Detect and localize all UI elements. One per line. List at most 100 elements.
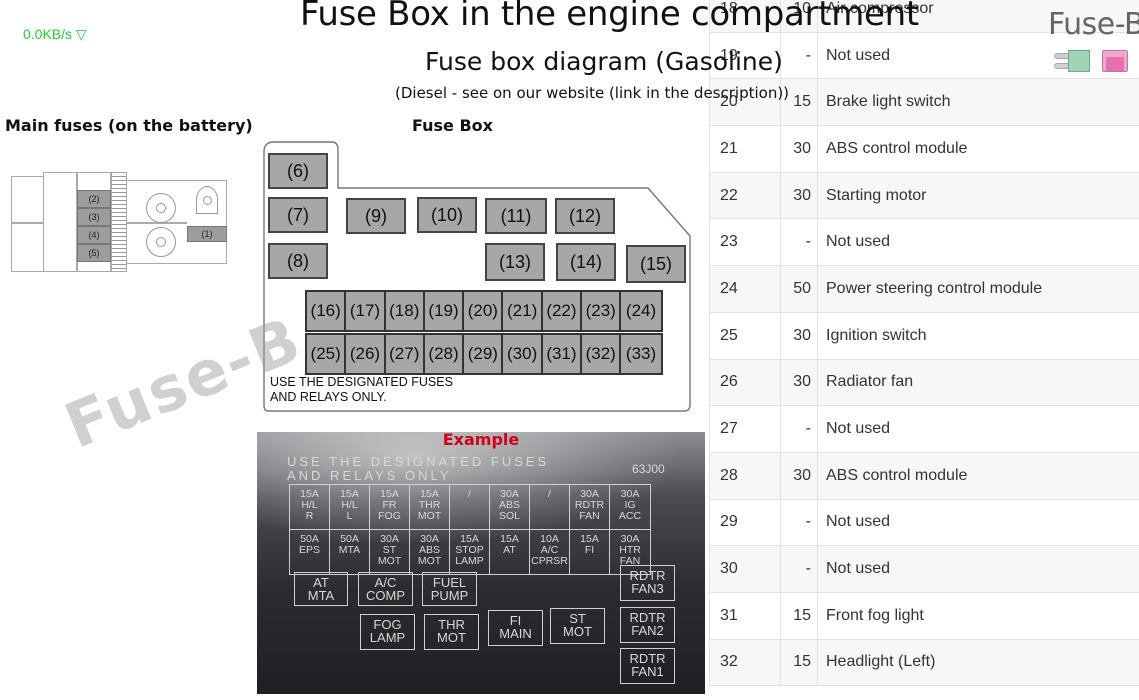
table-row: 21 30 ABS control module bbox=[709, 125, 1139, 173]
fuse-12: (12) bbox=[555, 198, 615, 234]
fuse-amperage: - bbox=[780, 218, 818, 267]
fuse-cell: (27) bbox=[386, 335, 425, 373]
fuse-description: Not used bbox=[817, 545, 1139, 593]
fuse-6: (6) bbox=[268, 153, 328, 189]
photo-fuse-label: 30A ABS SOL bbox=[490, 485, 530, 529]
fuse-description: Front fog light bbox=[817, 591, 1139, 640]
table-row: 23- Not used bbox=[709, 218, 1139, 267]
table-row: 26 30 Radiator fan bbox=[709, 358, 1139, 407]
photo-fuse-label: 15A STOP LAMP bbox=[450, 530, 490, 574]
fuse-cell: (20) bbox=[464, 292, 504, 330]
fuse-amperage: 15 bbox=[780, 591, 818, 640]
fuse-cell: (29) bbox=[464, 335, 504, 373]
fuse-number: 27 bbox=[709, 405, 781, 453]
fuse-amperage: 50 bbox=[780, 265, 818, 313]
photo-fuse-label: 30A IG ACC bbox=[618, 488, 642, 522]
photo-fuse-label: 15A FI bbox=[570, 530, 610, 574]
battery-fuse-2: (2) bbox=[77, 190, 111, 208]
mini-fuse-icon bbox=[1102, 50, 1128, 72]
fuse-description: ABS control module bbox=[817, 125, 1139, 173]
network-speed-indicator: 0.0KB/s ▽ bbox=[23, 26, 87, 42]
photo-fuse-label: 10A A/C CPRSR bbox=[530, 530, 570, 574]
photo-relay: AT MTA bbox=[294, 572, 348, 606]
fuse-amperage: 30 bbox=[780, 451, 818, 500]
fuse-table-container: 18 10 Air compressor 19- Not used 20 15 Brake l… bbox=[709, 0, 1139, 700]
photo-fuse-row-top: 15A H/L R 15A H/L L 15A FR FOG 15A THR MOT /… bbox=[289, 484, 651, 530]
fuse-amperage: 15 bbox=[780, 638, 818, 687]
fuse-number: 24 bbox=[709, 265, 781, 313]
photo-fuse-label: 15A FR FOG bbox=[370, 485, 410, 529]
fuse-9: (9) bbox=[346, 198, 406, 234]
battery-fuse-1: (1) bbox=[187, 226, 227, 242]
photo-header-line1: USE THE DESIGNATED FUSES bbox=[287, 454, 550, 469]
fuse-description: Not used bbox=[817, 218, 1139, 267]
fuse-amperage: 30 bbox=[780, 311, 818, 360]
fuse-box-heading: Fuse Box bbox=[412, 116, 493, 135]
fuse-description: ABS control module bbox=[817, 451, 1139, 500]
fuse-10: (10) bbox=[417, 197, 477, 233]
fuse-number: 30 bbox=[709, 545, 781, 593]
main-fuses-heading: Main fuses (on the battery) bbox=[5, 116, 253, 135]
fuse-table: 18 10 Air compressor 19- Not used 20 15 Brake l… bbox=[709, 0, 1139, 687]
photo-fuse-label: 50A EPS bbox=[290, 530, 330, 574]
fuse-cell: (24) bbox=[625, 301, 657, 320]
photo-relay: A/C COMP bbox=[358, 572, 413, 606]
photo-relay: RDTR FAN3 bbox=[620, 565, 675, 601]
fuse-box-warning: USE THE DESIGNATED FUSES AND RELAYS ONLY… bbox=[270, 375, 453, 404]
photo-relay: FI MAIN bbox=[488, 610, 543, 646]
fuse-cell: (19) bbox=[425, 292, 465, 330]
photo-fuse-label: 30A ABS MOT bbox=[410, 530, 450, 574]
fuse-amperage: - bbox=[780, 31, 818, 80]
fuse-cell: (33) bbox=[625, 344, 657, 363]
photo-fuse-label: 30A RDTR FAN bbox=[570, 485, 610, 529]
fuse-8: (8) bbox=[268, 243, 328, 279]
photo-fuse-label: 50A MTA bbox=[330, 530, 370, 574]
brand-logo-text: Fuse-B bbox=[1048, 7, 1139, 42]
fuse-14: (14) bbox=[556, 243, 616, 281]
fuse-cell: (22) bbox=[543, 292, 583, 330]
table-row: 32 15 Headlight (Left) bbox=[709, 638, 1139, 687]
photo-header-line2: AND RELAYS ONLY bbox=[287, 468, 452, 483]
fuse-amperage: 30 bbox=[780, 171, 818, 220]
fuse-cell: (21) bbox=[503, 292, 543, 330]
fuse-cell: (31) bbox=[543, 335, 583, 373]
page-title: Fuse Box in the engine compartment bbox=[300, 0, 919, 34]
fuse-description: Ignition switch bbox=[817, 311, 1139, 360]
table-row: 31 15 Front fog light bbox=[709, 591, 1139, 640]
fuse-number: 21 bbox=[709, 125, 781, 173]
battery-fuse-5: (5) bbox=[77, 244, 111, 262]
photo-fuse-label: 30A ST MOT bbox=[370, 530, 410, 574]
fuse-number: 31 bbox=[709, 591, 781, 640]
table-row: 29- Not used bbox=[709, 498, 1139, 547]
fuse-number: 25 bbox=[709, 311, 781, 360]
fuse-description: Brake light switch bbox=[817, 78, 1139, 127]
fuse-description: Power steering control module bbox=[817, 265, 1139, 313]
fuse-amperage: 30 bbox=[780, 358, 818, 407]
fuse-number: 32 bbox=[709, 638, 781, 687]
fuse-description: Radiator fan bbox=[817, 358, 1139, 407]
battery-main-fuses-diagram: (2) (3) (4) (5) (1) bbox=[11, 172, 231, 272]
photo-part-code: 63J00 bbox=[632, 462, 665, 476]
fuse-row-25-33: (25) (26) (27) (28) (29) (30) (31) (32) (33) bbox=[305, 333, 663, 375]
brand-logo-icons bbox=[1054, 50, 1128, 72]
photo-relay: RDTR FAN1 bbox=[620, 648, 675, 684]
photo-fuse-label: / bbox=[530, 485, 570, 529]
fuse-15: (15) bbox=[626, 245, 686, 283]
example-photo: Example USE THE DESIGNATED FUSES AND REL… bbox=[257, 432, 705, 694]
fuse-number: 23 bbox=[709, 218, 781, 267]
diesel-note: (Diesel - see on our website (link in th… bbox=[395, 84, 790, 102]
blade-fuse-icon bbox=[1054, 50, 1092, 72]
photo-fuse-label: 15A H/L L bbox=[330, 485, 370, 529]
fuse-amperage: - bbox=[780, 545, 818, 593]
battery-fuse-3: (3) bbox=[77, 208, 111, 226]
photo-relay: FUEL PUMP bbox=[422, 572, 477, 606]
fuse-description: Not used bbox=[817, 405, 1139, 453]
table-row: 22 30 Starting motor bbox=[709, 171, 1139, 220]
fuse-cell: (30) bbox=[503, 335, 543, 373]
fuse-cell: (18) bbox=[386, 292, 425, 330]
fuse-number: 22 bbox=[709, 171, 781, 220]
fuse-cell: (32) bbox=[582, 335, 622, 373]
fuse-11: (11) bbox=[485, 198, 547, 234]
photo-fuse-row-bottom: 50A EPS 50A MTA 30A ST MOT 30A ABS MOT 15A S… bbox=[289, 529, 651, 575]
fuse-cell: (16) bbox=[307, 292, 347, 330]
